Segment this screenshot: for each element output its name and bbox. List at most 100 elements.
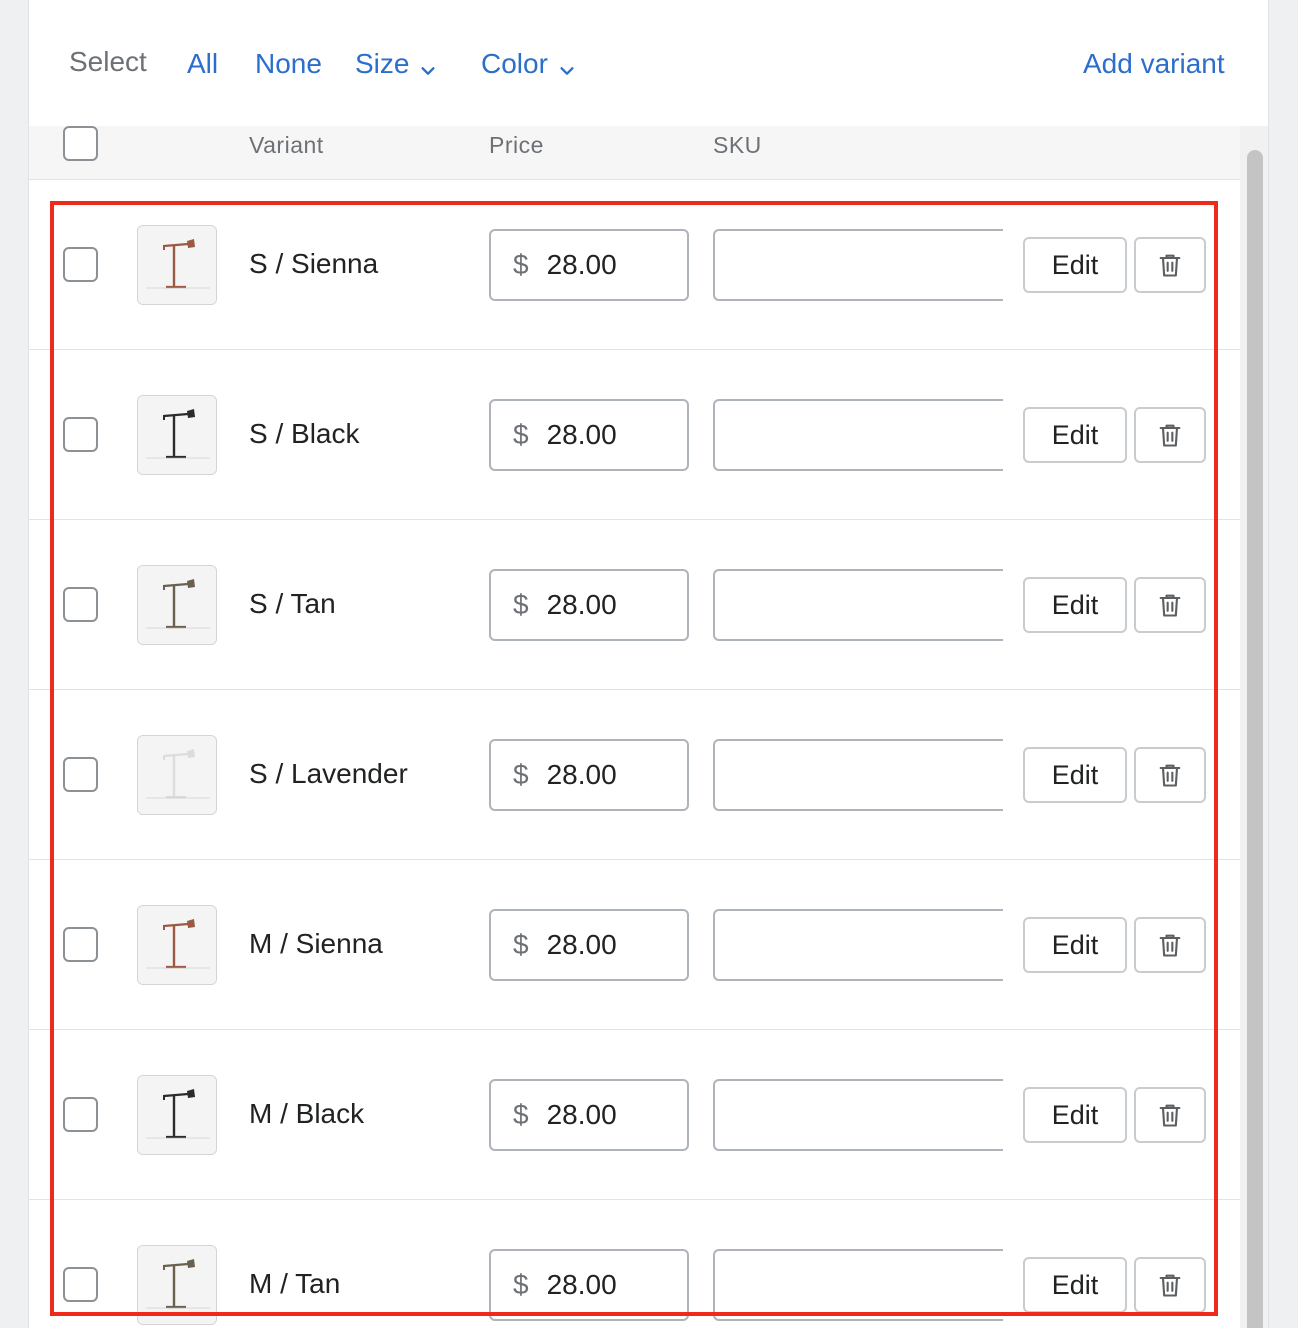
price-value: 28.00 [546, 929, 617, 960]
currency-symbol: $ [513, 1269, 529, 1300]
color-filter-dropdown[interactable]: Color [481, 48, 576, 80]
desk-lamp-icon [138, 736, 216, 814]
chevron-down-icon [558, 55, 576, 75]
price-value: 28.00 [546, 249, 617, 280]
bulk-select-toolbar: Select All None Size Color Add variant [29, 0, 1268, 126]
variant-name: M / Black [249, 1098, 365, 1129]
row-checkbox[interactable] [63, 587, 98, 622]
table-row: S / Lavender $ 28.00 Edit [29, 690, 1240, 860]
table-row: M / Tan $ 28.00 Edit [29, 1200, 1240, 1328]
row-checkbox[interactable] [63, 1267, 98, 1302]
chevron-down-icon [419, 55, 437, 75]
row-checkbox[interactable] [63, 1097, 98, 1132]
sku-input[interactable] [713, 1079, 1003, 1151]
trash-icon [1159, 764, 1181, 787]
sku-input[interactable] [713, 909, 1003, 981]
delete-button[interactable] [1134, 1257, 1206, 1313]
desk-lamp-icon [138, 396, 216, 474]
desk-lamp-icon [138, 906, 216, 984]
select-all-link[interactable]: All [187, 48, 218, 80]
price-value: 28.00 [546, 589, 617, 620]
table-row: M / Sienna $ 28.00 Edit [29, 860, 1240, 1030]
sku-input[interactable] [713, 399, 1003, 471]
trash-icon [1159, 1104, 1181, 1127]
table-row: M / Black $ 28.00 Edit [29, 1030, 1240, 1200]
row-checkbox[interactable] [63, 927, 98, 962]
delete-button[interactable] [1134, 407, 1206, 463]
delete-button[interactable] [1134, 577, 1206, 633]
variant-thumbnail [137, 225, 217, 305]
currency-symbol: $ [513, 419, 529, 450]
edit-button[interactable]: Edit [1023, 407, 1127, 463]
delete-button[interactable] [1134, 917, 1206, 973]
currency-symbol: $ [513, 1099, 529, 1130]
sku-input[interactable] [713, 229, 1003, 301]
price-value: 28.00 [546, 419, 617, 450]
desk-lamp-icon [138, 566, 216, 644]
size-filter-label: Size [355, 48, 410, 79]
variant-thumbnail [137, 1245, 217, 1325]
variant-thumbnail [137, 395, 217, 475]
price-input[interactable]: $ 28.00 [489, 1249, 689, 1321]
currency-symbol: $ [513, 249, 529, 280]
table-header: Variant Price SKU [29, 126, 1240, 180]
variant-thumbnail [137, 905, 217, 985]
sku-input[interactable] [713, 1249, 1003, 1321]
variant-column-header: Variant [249, 132, 324, 158]
trash-icon [1159, 424, 1181, 447]
price-input[interactable]: $ 28.00 [489, 399, 689, 471]
table-row: S / Tan $ 28.00 Edit [29, 520, 1240, 690]
price-value: 28.00 [546, 1269, 617, 1300]
edit-button[interactable]: Edit [1023, 577, 1127, 633]
table-row: S / Black $ 28.00 Edit [29, 350, 1240, 520]
sku-input[interactable] [713, 739, 1003, 811]
scrollbar[interactable] [1240, 126, 1268, 1328]
table-row: S / Sienna $ 28.00 Edit [29, 180, 1240, 350]
row-checkbox[interactable] [63, 417, 98, 452]
variant-name: S / Tan [249, 588, 336, 619]
delete-button[interactable] [1134, 1087, 1206, 1143]
edit-button[interactable]: Edit [1023, 237, 1127, 293]
price-value: 28.00 [546, 1099, 617, 1130]
edit-button[interactable]: Edit [1023, 747, 1127, 803]
trash-icon [1159, 1274, 1181, 1297]
variant-name: M / Tan [249, 1268, 341, 1299]
variant-name: S / Sienna [249, 248, 379, 279]
delete-button[interactable] [1134, 237, 1206, 293]
price-column-header: Price [489, 132, 544, 158]
variant-thumbnail [137, 565, 217, 645]
edit-button[interactable]: Edit [1023, 917, 1127, 973]
currency-symbol: $ [513, 759, 529, 790]
desk-lamp-icon [138, 1076, 216, 1154]
row-checkbox[interactable] [63, 757, 98, 792]
select-all-checkbox[interactable] [63, 126, 98, 161]
price-input[interactable]: $ 28.00 [489, 229, 689, 301]
delete-button[interactable] [1134, 747, 1206, 803]
trash-icon [1159, 594, 1181, 617]
row-checkbox[interactable] [63, 247, 98, 282]
price-input[interactable]: $ 28.00 [489, 909, 689, 981]
trash-icon [1159, 254, 1181, 277]
edit-button[interactable]: Edit [1023, 1087, 1127, 1143]
variant-thumbnail [137, 1075, 217, 1155]
sku-input[interactable] [713, 569, 1003, 641]
desk-lamp-icon [138, 1246, 216, 1324]
edit-button[interactable]: Edit [1023, 1257, 1127, 1313]
select-none-link[interactable]: None [255, 48, 322, 80]
currency-symbol: $ [513, 929, 529, 960]
variant-thumbnail [137, 735, 217, 815]
price-input[interactable]: $ 28.00 [489, 569, 689, 641]
select-label: Select [69, 46, 147, 77]
currency-symbol: $ [513, 589, 529, 620]
sku-column-header: SKU [713, 132, 762, 158]
variant-name: M / Sienna [249, 928, 383, 959]
scrollbar-thumb[interactable] [1247, 150, 1263, 1328]
variant-name: S / Lavender [249, 758, 408, 789]
variant-name: S / Black [249, 418, 360, 449]
add-variant-link[interactable]: Add variant [1083, 48, 1225, 80]
price-input[interactable]: $ 28.00 [489, 1079, 689, 1151]
price-input[interactable]: $ 28.00 [489, 739, 689, 811]
color-filter-label: Color [481, 48, 548, 79]
size-filter-dropdown[interactable]: Size [355, 48, 437, 80]
desk-lamp-icon [138, 226, 216, 304]
